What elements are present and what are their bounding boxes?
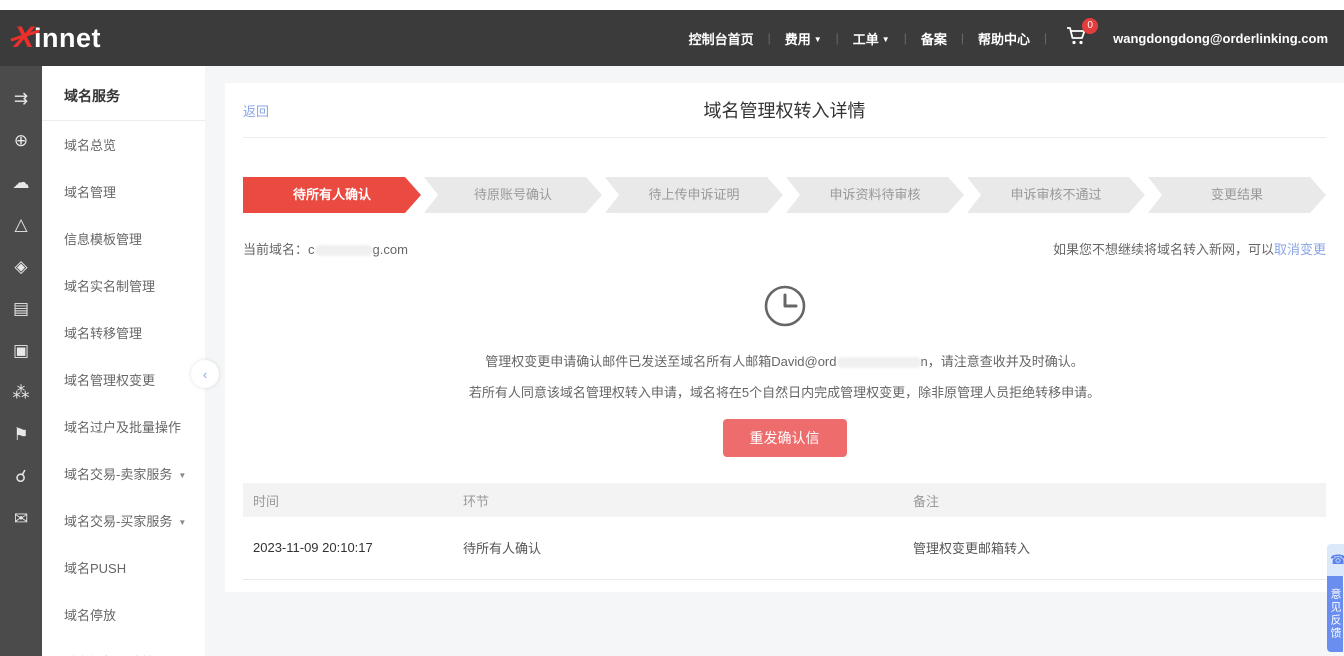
column-stage: 环节 — [453, 483, 903, 517]
shield-icon[interactable]: ◈ — [0, 246, 42, 288]
column-time: 时间 — [243, 483, 453, 517]
feedback-widget[interactable]: ☎ 意见反馈 — [1327, 544, 1344, 652]
cell-time: 2023-11-09 20:10:17 — [243, 517, 453, 579]
sidebar-collapse-button[interactable]: ‹ — [191, 360, 219, 388]
domain-row: 当前域名：cg.com 如果您不想继续将域名转入新网，可以取消变更 — [243, 239, 1326, 258]
table-header-row: 时间 环节 备注 — [243, 483, 1326, 517]
nav-item-billing[interactable]: 费用▼ — [771, 29, 836, 48]
feedback-phone-icon: ☎ — [1327, 544, 1344, 576]
cloud-network-icon[interactable]: ☁ — [0, 162, 42, 204]
cancel-hint: 如果您不想继续将域名转入新网，可以取消变更 — [1053, 239, 1326, 258]
cart-count-badge: 0 — [1082, 18, 1098, 34]
cancel-change-link[interactable]: 取消变更 — [1274, 242, 1326, 257]
chevron-down-icon: ▼ — [882, 35, 890, 44]
sidebar-item-domain-manage[interactable]: 域名管理 — [42, 168, 205, 215]
history-table: 时间 环节 备注 2023-11-09 20:10:17 待所有人确认 管理权变… — [243, 483, 1326, 580]
chevron-down-icon: ▼ — [178, 471, 186, 480]
step-upload-appeal-proof: 待上传申诉证明 — [605, 177, 783, 213]
sidebar-item-trade-buyer[interactable]: 域名交易-买家服务▼ — [42, 497, 205, 544]
page-title: 域名管理权转入详情 — [243, 97, 1326, 123]
flag-icon[interactable]: ⚑ — [0, 414, 42, 456]
sidebar-item-mgmt-change[interactable]: 域名管理权变更 — [42, 356, 205, 403]
step-owner-confirm: 待所有人确认 — [243, 177, 421, 213]
content-card: 返回 域名管理权转入详情 待所有人确认 待原账号确认 待上传申诉证明 申诉资料待… — [225, 83, 1344, 592]
feedback-vertical-label: 意见反馈 — [1327, 576, 1343, 652]
browser-top-strip — [0, 0, 1344, 10]
topbar: Xinnet 控制台首页 | 费用▼ | 工单▼ | 备案 | 帮助中心 | 0… — [0, 10, 1344, 66]
sidebar: 域名服务 域名总览 域名管理 信息模板管理 域名实名制管理 域名转移管理 域名管… — [42, 66, 205, 656]
cluster-icon[interactable]: ⁂ — [0, 372, 42, 414]
progress-steps: 待所有人确认 待原账号确认 待上传申诉证明 申诉资料待审核 申诉审核不通过 变更… — [243, 177, 1326, 213]
cell-remark: 管理权变更邮箱转入 — [903, 517, 1326, 579]
notice-line-1: 管理权变更申请确认邮件已发送至域名所有人邮箱David@ordn，请注意查收并及… — [243, 351, 1326, 370]
server-panel-icon[interactable]: ▤ — [0, 288, 42, 330]
nav-item-console[interactable]: 控制台首页 — [675, 29, 768, 48]
nav-item-icp[interactable]: 备案 — [907, 29, 961, 48]
account-email[interactable]: wangdongdong@orderlinking.com — [1113, 31, 1328, 46]
chevron-left-icon: ‹ — [203, 367, 207, 382]
icon-rail: ⇉ ⊕ ☁ △ ◈ ▤ ▣ ⁂ ⚑ ☌ ✉ — [0, 66, 42, 656]
resend-confirmation-button[interactable]: 重发确认信 — [723, 419, 847, 457]
xinnet-logo[interactable]: Xinnet — [14, 21, 101, 55]
clock-icon — [763, 284, 807, 328]
chevron-down-icon: ▼ — [814, 35, 822, 44]
top-navigation: 控制台首页 | 费用▼ | 工单▼ | 备案 | 帮助中心 | 0 wangdo… — [675, 26, 1328, 51]
nav-item-help[interactable]: 帮助中心 — [964, 29, 1044, 48]
redacted-email — [837, 357, 921, 368]
sidebar-item-ownership-batch[interactable]: 域名过户及批量操作 — [42, 403, 205, 450]
sidebar-item-trade-seller[interactable]: 域名交易-卖家服务▼ — [42, 450, 205, 497]
column-remark: 备注 — [903, 483, 1326, 517]
logo-rest: innet — [34, 23, 101, 54]
step-original-account-confirm: 待原账号确认 — [424, 177, 602, 213]
triangle-icon[interactable]: △ — [0, 204, 42, 246]
bar-chart-icon[interactable]: ▣ — [0, 330, 42, 372]
sidebar-item-domain-push[interactable]: 域名PUSH — [42, 544, 205, 591]
sidebar-item-domain-parking[interactable]: 域名停放 — [42, 591, 205, 638]
sidebar-item-info-template[interactable]: 信息模板管理 — [42, 215, 205, 262]
sidebar-item-transfer[interactable]: 域名转移管理 — [42, 309, 205, 356]
logo-x: X — [14, 21, 34, 55]
mail-inbox-icon[interactable]: ✉ — [0, 498, 42, 540]
globe-icon[interactable]: ⊕ — [0, 120, 42, 162]
nav-item-tickets[interactable]: 工单▼ — [839, 29, 904, 48]
notice-line-2: 若所有人同意该域名管理权转入申请，域名将在5个自然日内完成管理权变更，除非原管理… — [243, 382, 1326, 401]
sidebar-item-domain-overview[interactable]: 域名总览 — [42, 121, 205, 168]
step-appeal-review: 申诉资料待审核 — [786, 177, 964, 213]
step-appeal-rejected: 申诉审核不通过 — [967, 177, 1145, 213]
collapse-menu-icon[interactable]: ⇉ — [0, 78, 42, 120]
current-domain: 当前域名：cg.com — [243, 239, 408, 258]
sidebar-item-realname[interactable]: 域名实名制管理 — [42, 262, 205, 309]
table-row: 2023-11-09 20:10:17 待所有人确认 管理权变更邮箱转入 — [243, 517, 1326, 579]
cart-button[interactable]: 0 — [1065, 26, 1087, 51]
sidebar-item-dns-threshold[interactable]: 域名解析阈值管理 — [42, 638, 205, 656]
step-change-result: 变更结果 — [1148, 177, 1326, 213]
nav-separator: | — [1044, 31, 1047, 45]
status-block: 管理权变更申请确认邮件已发送至域名所有人邮箱David@ordn，请注意查收并及… — [243, 284, 1326, 457]
chevron-down-icon: ▼ — [178, 518, 186, 527]
search-link-icon[interactable]: ☌ — [0, 456, 42, 498]
cell-stage: 待所有人确认 — [453, 517, 903, 579]
card-header: 返回 域名管理权转入详情 — [243, 83, 1326, 138]
sidebar-title: 域名服务 — [42, 66, 205, 120]
redacted-domain — [315, 245, 373, 256]
main-area: 返回 域名管理权转入详情 待所有人确认 待原账号确认 待上传申诉证明 申诉资料待… — [205, 66, 1344, 656]
